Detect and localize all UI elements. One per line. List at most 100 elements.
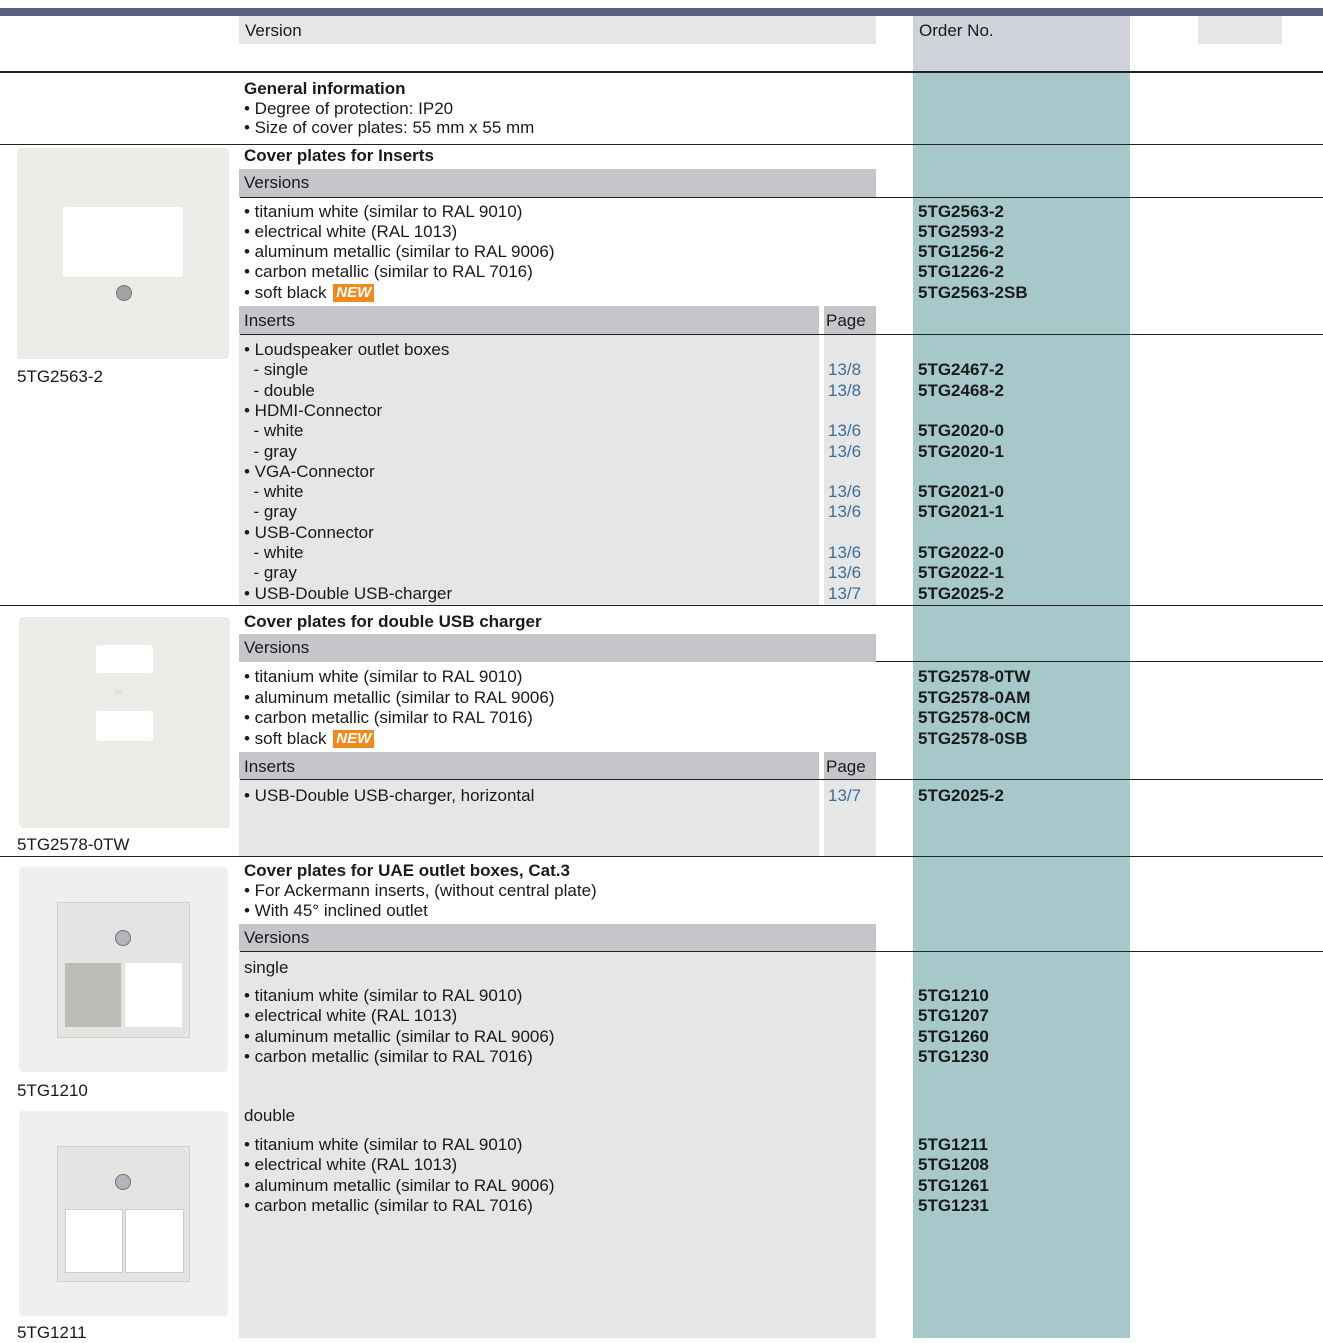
image-caption: 5TG1210 — [17, 1081, 88, 1100]
sec1-insert-row-order: 5TG2021-0 — [918, 482, 1004, 502]
sec2-version-order: 5TG2578-0CM — [918, 708, 1031, 727]
sec3-single-row-text: • titanium white (similar to RAL 9010) — [244, 986, 523, 1005]
new-badge: NEW — [333, 284, 375, 302]
sec1-version: • titanium white (similar to RAL 9010) — [244, 202, 523, 221]
new-badge: NEW — [333, 730, 375, 748]
sec3-versions-label: Versions — [244, 928, 310, 947]
sec3-double-row-order: 5TG1211 — [918, 1135, 988, 1154]
sec3-title: Cover plates for UAE outlet boxes, Cat.3 — [244, 861, 570, 880]
sec1-insert-row-text: • USB-Connector — [244, 522, 374, 542]
uae-double-cover-image — [19, 1111, 228, 1316]
sec1-insert-row-text: - white — [244, 482, 304, 502]
sec1-insert-row-text: - gray — [244, 502, 297, 522]
cover-plate-image — [17, 148, 229, 359]
sec1-version: • soft black — [244, 283, 327, 302]
sec1-page-label: Page — [826, 311, 866, 330]
sec2-insert-page: 13/7 — [828, 786, 862, 805]
screw-icon — [115, 1174, 131, 1190]
sec1-insert-row-page: 13/7 — [828, 583, 862, 603]
general-title: General information — [244, 79, 406, 98]
rule — [0, 605, 1323, 606]
sec3-double-row-order: 5TG1208 — [918, 1155, 989, 1175]
sec1-version-order: 5TG1226-2 — [918, 262, 1004, 281]
sec1-insert-row-text: - single — [244, 360, 309, 380]
sec1-insert-row-page: 13/6 — [828, 502, 862, 522]
image-caption: 5TG2578-0TW — [17, 835, 130, 854]
sec1-insert-row-order: 5TG2022-0 — [918, 543, 1004, 562]
sec2-insert: • USB-Double USB-charger, horizontal — [244, 786, 535, 805]
general-line: • Size of cover plates: 55 mm x 55 mm — [244, 118, 535, 137]
sec3-single-row-text: • electrical white (RAL 1013) — [244, 1006, 458, 1026]
general-line: • Degree of protection: IP20 — [244, 99, 454, 118]
screw-icon — [116, 285, 132, 301]
sec1-insert-row-text: - white — [244, 421, 304, 441]
sec2-versions-label: Versions — [244, 638, 310, 657]
sec1-version-order: 5TG2593-2 — [918, 222, 1004, 241]
sec3-double-row-text: • carbon metallic (similar to RAL 7016) — [244, 1195, 533, 1215]
sec1-versions-label: Versions — [244, 173, 310, 192]
sec1-version-order: 5TG2563-2 — [918, 202, 1004, 221]
sec3-single-row-text: • carbon metallic (similar to RAL 7016) — [244, 1046, 533, 1066]
sec1-insert-row-page: 13/8 — [828, 360, 862, 380]
sec2-inserts-label: Inserts — [244, 757, 296, 776]
sec3-double-row-order: 5TG1261 — [918, 1175, 989, 1195]
sec3-versions-band: Versions — [239, 924, 876, 951]
rule — [240, 951, 1323, 952]
sec3-line: • With 45° inclined outlet — [244, 901, 428, 920]
sec1-insert-row-order: 5TG2021-1 — [918, 502, 1004, 522]
sec1-inserts-band: Inserts Page — [239, 306, 876, 334]
sec1-version-order: 5TG2563-2SB — [918, 283, 1028, 302]
image-caption: 5TG2563-2 — [17, 367, 103, 386]
sec3-double-row-order: 5TG1231 — [918, 1195, 989, 1215]
sec2-version: • aluminum metallic (similar to RAL 9006… — [244, 688, 555, 707]
sec3-line: • For Ackermann inserts, (without centra… — [244, 881, 597, 900]
sec3-single-row-order: 5TG1230 — [918, 1046, 989, 1066]
order-header-label: Order No. — [919, 21, 994, 40]
usb-symbol-icon: ⇌ — [114, 687, 123, 698]
sec1-version: • aluminum metallic (similar to RAL 9006… — [244, 242, 555, 261]
sec2-version: • soft black — [244, 729, 327, 748]
sec3-single-row-text: • aluminum metallic (similar to RAL 9006… — [244, 1026, 555, 1046]
sec2-version: • carbon metallic (similar to RAL 7016) — [244, 708, 533, 727]
image-caption: 5TG1211 — [17, 1323, 87, 1342]
sec2-version-order: 5TG2578-0AM — [918, 688, 1031, 707]
sec3-single-row-order: 5TG1210 — [918, 986, 989, 1005]
sec2-version-order: 5TG2578-0TW — [918, 667, 1031, 686]
sec2-page-label: Page — [826, 757, 866, 776]
order-header: Order No. — [913, 16, 1130, 72]
sec3-single-row-order: 5TG1207 — [918, 1006, 989, 1026]
sec2-versions-band: Versions — [239, 634, 876, 662]
sec1-insert-row-order: 5TG2020-0 — [918, 421, 1004, 441]
extra-header — [1198, 16, 1282, 44]
sec1-insert-row-page: 13/6 — [828, 482, 862, 502]
sec1-insert-row-order: 5TG2025-2 — [918, 583, 1004, 603]
sec1-insert-row-text: • Loudspeaker outlet boxes — [244, 340, 450, 359]
sec2-version: • titanium white (similar to RAL 9010) — [244, 667, 523, 686]
sec1-insert-row-order: 5TG2467-2 — [918, 360, 1004, 380]
sec1-insert-row-page: 13/6 — [828, 563, 862, 583]
sec1-insert-row-page: 13/8 — [828, 380, 862, 400]
sec1-insert-row-page: 13/6 — [828, 421, 862, 441]
sec1-insert-row-text: • VGA-Connector — [244, 461, 375, 481]
sec1-version: • electrical white (RAL 1013) — [244, 222, 458, 241]
version-header: Version — [239, 16, 876, 44]
sec1-insert-row-text: • USB-Double USB-charger — [244, 583, 453, 603]
sec3-single-label: single — [244, 958, 289, 977]
sec1-insert-row-text: - gray — [244, 441, 297, 461]
sec3-double-row-text: • aluminum metallic (similar to RAL 9006… — [244, 1175, 555, 1195]
sec1-inserts-label: Inserts — [244, 311, 296, 330]
sec3-single-row-order: 5TG1260 — [918, 1026, 989, 1046]
rule — [0, 856, 1323, 857]
screw-icon — [115, 930, 131, 946]
sec2-version-order: 5TG2578-0SB — [918, 729, 1028, 748]
sec2-title: Cover plates for double USB charger — [244, 612, 542, 631]
rule — [0, 71, 1323, 73]
sec1-insert-row-text: - double — [244, 380, 315, 400]
sec1-version-order: 5TG1256-2 — [918, 242, 1004, 261]
sec1-insert-row-text: • HDMI-Connector — [244, 400, 383, 420]
sec1-insert-row-text: - gray — [244, 563, 297, 583]
top-bar — [0, 8, 1323, 16]
sec1-versions-band: Versions — [239, 169, 876, 197]
sec1-insert-row-text: - white — [244, 543, 304, 562]
sec1-insert-row-order: 5TG2468-2 — [918, 380, 1004, 400]
